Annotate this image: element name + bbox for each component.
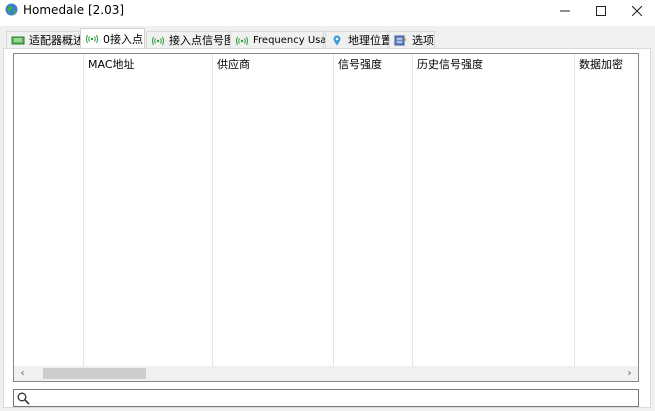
list-header: MAC地址 供应商 信号强度 历史信号强度 数据加密 bbox=[14, 54, 638, 76]
scrollbar-thumb[interactable] bbox=[43, 368, 146, 379]
globe-icon bbox=[5, 3, 18, 16]
search-icon bbox=[17, 392, 30, 405]
tab-options[interactable]: 选项 bbox=[389, 31, 435, 48]
options-icon bbox=[394, 35, 407, 45]
maximize-button[interactable] bbox=[583, 0, 619, 22]
chevron-left-icon: ‹ bbox=[20, 368, 25, 379]
scroll-right-button[interactable]: › bbox=[621, 366, 638, 381]
column-divider bbox=[83, 54, 84, 367]
column-divider bbox=[333, 54, 334, 367]
column-header-signal-history[interactable]: 历史信号强度 bbox=[412, 54, 574, 76]
tab-access-point-signal-graph[interactable]: 接入点信号图 bbox=[146, 31, 235, 48]
wifi-signal-icon bbox=[152, 36, 164, 45]
column-divider bbox=[212, 54, 213, 367]
title-bar: Homedale [2.03] bbox=[0, 0, 655, 26]
wifi-signal-icon bbox=[86, 34, 98, 44]
search-input[interactable] bbox=[34, 391, 634, 405]
location-pin-icon bbox=[333, 35, 341, 45]
close-icon bbox=[632, 6, 642, 16]
search-box[interactable] bbox=[13, 389, 639, 407]
window-title: Homedale [2.03] bbox=[23, 3, 125, 17]
column-divider bbox=[412, 54, 413, 367]
tab-frequency-usage[interactable]: Frequency Usage bbox=[230, 31, 339, 48]
chevron-right-icon: › bbox=[627, 368, 632, 379]
scroll-left-button[interactable]: ‹ bbox=[14, 366, 31, 381]
column-header-blank[interactable] bbox=[14, 54, 83, 76]
minimize-icon bbox=[560, 10, 570, 12]
column-divider bbox=[574, 54, 575, 367]
column-header-encryption[interactable]: 数据加密 bbox=[574, 54, 638, 76]
tab-label: 0接入点 bbox=[103, 32, 143, 46]
adapter-icon bbox=[11, 36, 25, 44]
tab-adapter-overview[interactable]: 适配器概述 bbox=[6, 31, 84, 48]
close-button[interactable] bbox=[619, 0, 655, 22]
tab-access-points[interactable]: 0接入点 bbox=[80, 28, 145, 48]
horizontal-scrollbar[interactable]: ‹ › bbox=[14, 366, 638, 381]
tab-label: 接入点信号图 bbox=[169, 34, 235, 47]
wifi-signal-icon bbox=[236, 36, 248, 45]
tab-label: 选项 bbox=[412, 34, 434, 47]
column-header-signal[interactable]: 信号强度 bbox=[333, 54, 412, 76]
tab-label: 地理位置 bbox=[348, 34, 392, 47]
access-point-list[interactable]: MAC地址 供应商 信号强度 历史信号强度 数据加密 ‹ › bbox=[13, 53, 639, 382]
minimize-button[interactable] bbox=[547, 0, 583, 22]
tab-geo-location[interactable]: 地理位置 bbox=[325, 31, 392, 48]
column-header-mac[interactable]: MAC地址 bbox=[83, 54, 212, 76]
tab-label: 适配器概述 bbox=[29, 34, 84, 47]
maximize-icon bbox=[596, 6, 606, 16]
column-header-vendor[interactable]: 供应商 bbox=[212, 54, 333, 76]
